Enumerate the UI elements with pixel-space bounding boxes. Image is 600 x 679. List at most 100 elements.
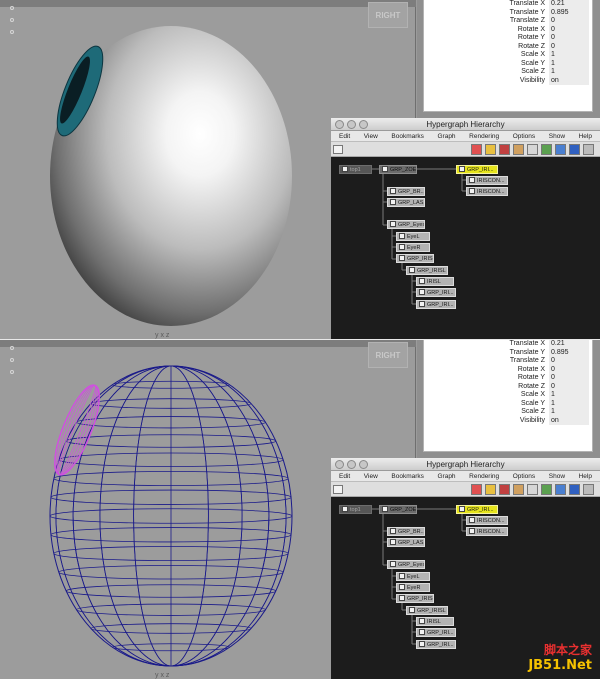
node-grp-iri[interactable]: GRP_IRI... bbox=[416, 300, 456, 309]
attribute-row[interactable]: Translate Y 0.895 bbox=[424, 348, 594, 357]
attribute-row[interactable]: Rotate Z 0 bbox=[424, 382, 594, 391]
attribute-row[interactable]: Scale X 1 bbox=[424, 391, 594, 400]
attribute-value[interactable]: 0.895 bbox=[549, 348, 589, 357]
attribute-row[interactable]: Visibility on bbox=[424, 76, 594, 85]
attribute-value[interactable]: 0 bbox=[549, 25, 589, 34]
menu-view[interactable]: View bbox=[364, 471, 378, 481]
connections-icon[interactable] bbox=[499, 144, 510, 155]
node-iriscon[interactable]: IRISCON... bbox=[466, 187, 508, 196]
menu-options[interactable]: Options bbox=[513, 471, 535, 481]
graph-layout-icon[interactable] bbox=[333, 145, 343, 154]
node-eyel[interactable]: EyeL bbox=[396, 572, 430, 581]
attribute-row[interactable]: Rotate Y 0 bbox=[424, 374, 594, 383]
hypergraph-graph-area[interactable]: top1 GRP_ZOE GRP_BR... GRP_LAS... GRP_Eyes Ey… bbox=[331, 158, 600, 339]
attribute-row[interactable]: Rotate Y 0 bbox=[424, 34, 594, 43]
attribute-row[interactable]: Translate X 0.21 bbox=[424, 0, 594, 9]
close-button[interactable] bbox=[335, 460, 344, 469]
node-grp-irisl[interactable]: GRP_IRISL bbox=[406, 266, 448, 275]
input-output-icon[interactable] bbox=[485, 144, 496, 155]
attribute-value[interactable]: 1 bbox=[549, 68, 589, 77]
attribute-value[interactable]: 0 bbox=[549, 34, 589, 43]
add-bookmark-icon[interactable] bbox=[569, 484, 580, 495]
attribute-value[interactable]: 1 bbox=[549, 51, 589, 60]
attribute-value[interactable]: 1 bbox=[549, 59, 589, 68]
node-eyer[interactable]: EyeR bbox=[396, 583, 430, 592]
attribute-value[interactable]: 0 bbox=[549, 17, 589, 26]
node-grp-iri[interactable]: GRP_IRI... bbox=[416, 288, 456, 297]
menu-edit[interactable]: Edit bbox=[339, 471, 350, 481]
attribute-row[interactable]: Scale X 1 bbox=[424, 51, 594, 60]
node-grp-iri-selected[interactable]: GRP_IRI... bbox=[456, 505, 498, 514]
scene-hierarchy-icon[interactable] bbox=[471, 484, 482, 495]
node-iriscon[interactable]: IRISCON... bbox=[466, 176, 508, 185]
bookmark-icon[interactable] bbox=[555, 484, 566, 495]
attribute-row[interactable]: Scale Z 1 bbox=[424, 68, 594, 77]
zoom-button[interactable] bbox=[359, 120, 368, 129]
attribute-value[interactable]: on bbox=[549, 416, 589, 425]
bookmark-icon[interactable] bbox=[555, 144, 566, 155]
attribute-value[interactable]: 1 bbox=[549, 399, 589, 408]
node-grp-iris[interactable]: GRP_IRIS bbox=[396, 254, 434, 263]
attribute-row[interactable]: Scale Y 1 bbox=[424, 59, 594, 68]
attribute-value[interactable]: 1 bbox=[549, 408, 589, 417]
node-grp-las[interactable]: GRP_LAS... bbox=[387, 198, 425, 207]
toolbar-scroll-icon[interactable] bbox=[583, 484, 594, 495]
window-titlebar[interactable]: Hypergraph Hierarchy bbox=[331, 118, 600, 131]
node-irisl[interactable]: IRISL bbox=[416, 617, 454, 626]
scene-hierarchy-icon[interactable] bbox=[471, 144, 482, 155]
attribute-row[interactable]: Translate X 0.21 bbox=[424, 340, 594, 349]
attribute-value[interactable]: 0 bbox=[549, 382, 589, 391]
node-eyer[interactable]: EyeR bbox=[396, 243, 430, 252]
minimize-button[interactable] bbox=[347, 120, 356, 129]
node-grp-iri-selected[interactable]: GRP_IRI... bbox=[456, 165, 498, 174]
node-grp-br[interactable]: GRP_BR... bbox=[387, 527, 425, 536]
attribute-row[interactable]: Rotate X 0 bbox=[424, 365, 594, 374]
menu-bookmarks[interactable]: Bookmarks bbox=[391, 131, 424, 141]
attribute-value[interactable]: 0 bbox=[549, 42, 589, 51]
minimize-button[interactable] bbox=[347, 460, 356, 469]
menu-rendering[interactable]: Rendering bbox=[469, 131, 499, 141]
attribute-row[interactable]: Scale Y 1 bbox=[424, 399, 594, 408]
node-grp-eyes[interactable]: GRP_Eyes bbox=[387, 560, 425, 569]
window-titlebar[interactable]: Hypergraph Hierarchy bbox=[331, 458, 600, 471]
close-button[interactable] bbox=[335, 120, 344, 129]
attribute-value[interactable]: 0.21 bbox=[549, 340, 589, 349]
menu-edit[interactable]: Edit bbox=[339, 131, 350, 141]
node-grp-br[interactable]: GRP_BR... bbox=[387, 187, 425, 196]
view-cube[interactable]: RIGHT bbox=[368, 342, 408, 368]
node-iriscon[interactable]: IRISCON... bbox=[466, 516, 508, 525]
attribute-row[interactable]: Rotate X 0 bbox=[424, 25, 594, 34]
toolbar-scroll-icon[interactable] bbox=[583, 144, 594, 155]
menu-show[interactable]: Show bbox=[549, 471, 565, 481]
frame-all-icon[interactable] bbox=[513, 484, 524, 495]
node-top1[interactable]: top1 bbox=[339, 165, 372, 174]
node-grp-zoe[interactable]: GRP_ZOE bbox=[379, 505, 417, 514]
menu-view[interactable]: View bbox=[364, 131, 378, 141]
node-grp-eyes[interactable]: GRP_Eyes bbox=[387, 220, 425, 229]
attribute-row[interactable]: Translate Z 0 bbox=[424, 357, 594, 366]
input-output-icon[interactable] bbox=[485, 484, 496, 495]
attribute-row[interactable]: Rotate Z 0 bbox=[424, 42, 594, 51]
add-bookmark-icon[interactable] bbox=[569, 144, 580, 155]
attribute-value[interactable]: 0.895 bbox=[549, 8, 589, 17]
graph-layout-icon[interactable] bbox=[333, 485, 343, 494]
view-cube[interactable]: RIGHT bbox=[368, 2, 408, 28]
node-top1[interactable]: top1 bbox=[339, 505, 372, 514]
node-grp-iri[interactable]: GRP_IRI... bbox=[416, 628, 456, 637]
attribute-row[interactable]: Translate Z 0 bbox=[424, 17, 594, 26]
attribute-value[interactable]: on bbox=[549, 76, 589, 85]
menu-bookmarks[interactable]: Bookmarks bbox=[391, 471, 424, 481]
attribute-row[interactable]: Translate Y 0.895 bbox=[424, 8, 594, 17]
attribute-row[interactable]: Scale Z 1 bbox=[424, 408, 594, 417]
node-iriscon[interactable]: IRISCON... bbox=[466, 527, 508, 536]
menu-graph[interactable]: Graph bbox=[437, 131, 455, 141]
node-irisl[interactable]: IRISL bbox=[416, 277, 454, 286]
zoom-button[interactable] bbox=[359, 460, 368, 469]
frame-selection-icon[interactable] bbox=[527, 484, 538, 495]
graph-nodes-icon[interactable] bbox=[541, 484, 552, 495]
menu-help[interactable]: Help bbox=[579, 471, 592, 481]
node-grp-zoe[interactable]: GRP_ZOE bbox=[379, 165, 417, 174]
menu-options[interactable]: Options bbox=[513, 131, 535, 141]
node-grp-las[interactable]: GRP_LAS... bbox=[387, 538, 425, 547]
attribute-value[interactable]: 0 bbox=[549, 357, 589, 366]
